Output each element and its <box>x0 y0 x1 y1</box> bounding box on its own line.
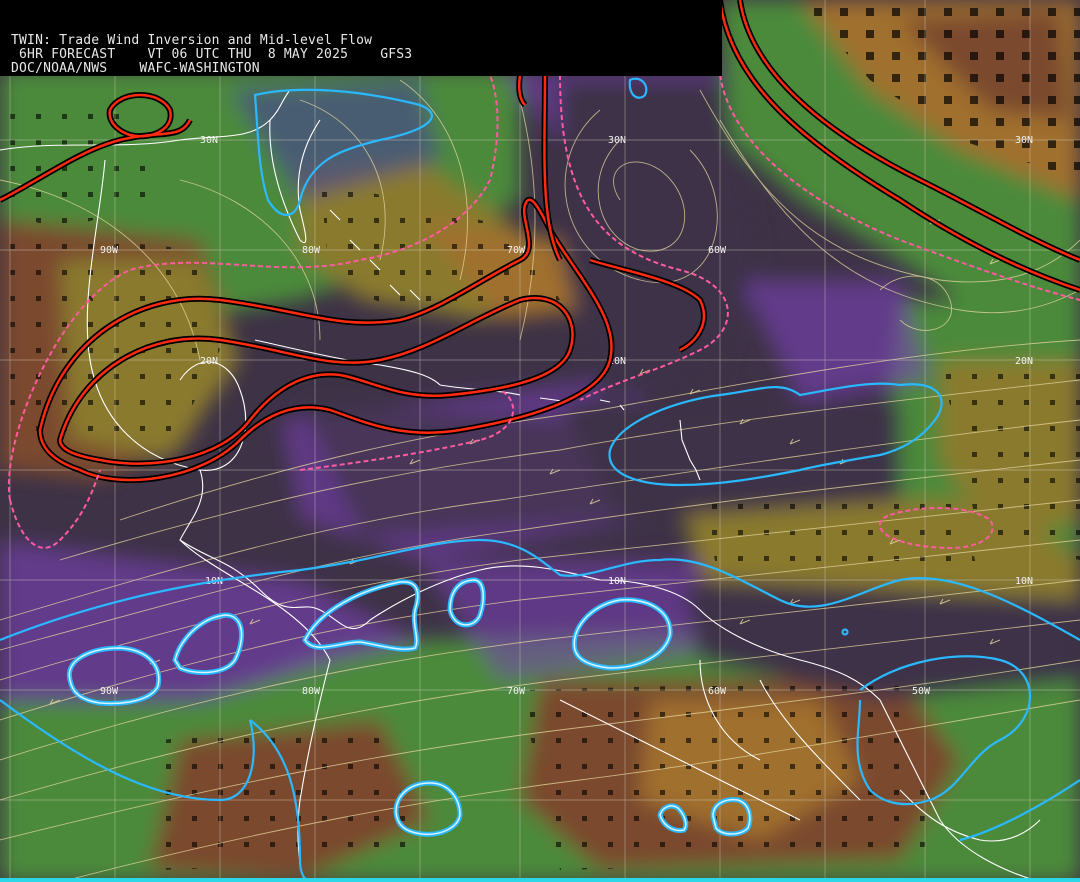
label-10n-east: 10N <box>1015 576 1033 587</box>
product-title: TWIN: Trade Wind Inversion and Mid-level… <box>11 33 373 48</box>
bottom-border <box>0 878 1080 882</box>
label-80w-south: 80W <box>302 686 321 697</box>
issuing-office: DOC/NOAA/NWS WAFC-WASHINGTON <box>11 61 260 76</box>
label-30n-east: 30N <box>1015 135 1033 146</box>
forecast-valid-time: 6HR FORECAST VT 06 UTC THU 8 MAY 2025 GF… <box>11 47 413 62</box>
twin-forecast-map: 30N 30N 30N 20N 20N 20N 10N 10N 10N 90W … <box>0 0 1080 882</box>
label-70w-south: 70W <box>507 686 526 697</box>
label-90w-north: 90W <box>100 245 119 256</box>
label-60w-north: 60W <box>708 245 727 256</box>
label-50w-south: 50W <box>912 686 931 697</box>
label-90w-south: 90W <box>100 686 119 697</box>
label-30n-center: 30N <box>608 135 626 146</box>
title-block: TWIN: Trade Wind Inversion and Mid-level… <box>0 0 722 76</box>
label-60w-south: 60W <box>708 686 727 697</box>
label-20n-east: 20N <box>1015 356 1033 367</box>
map-canvas: 30N 30N 30N 20N 20N 20N 10N 10N 10N 90W … <box>0 0 1080 882</box>
label-80w-north: 80W <box>302 245 321 256</box>
